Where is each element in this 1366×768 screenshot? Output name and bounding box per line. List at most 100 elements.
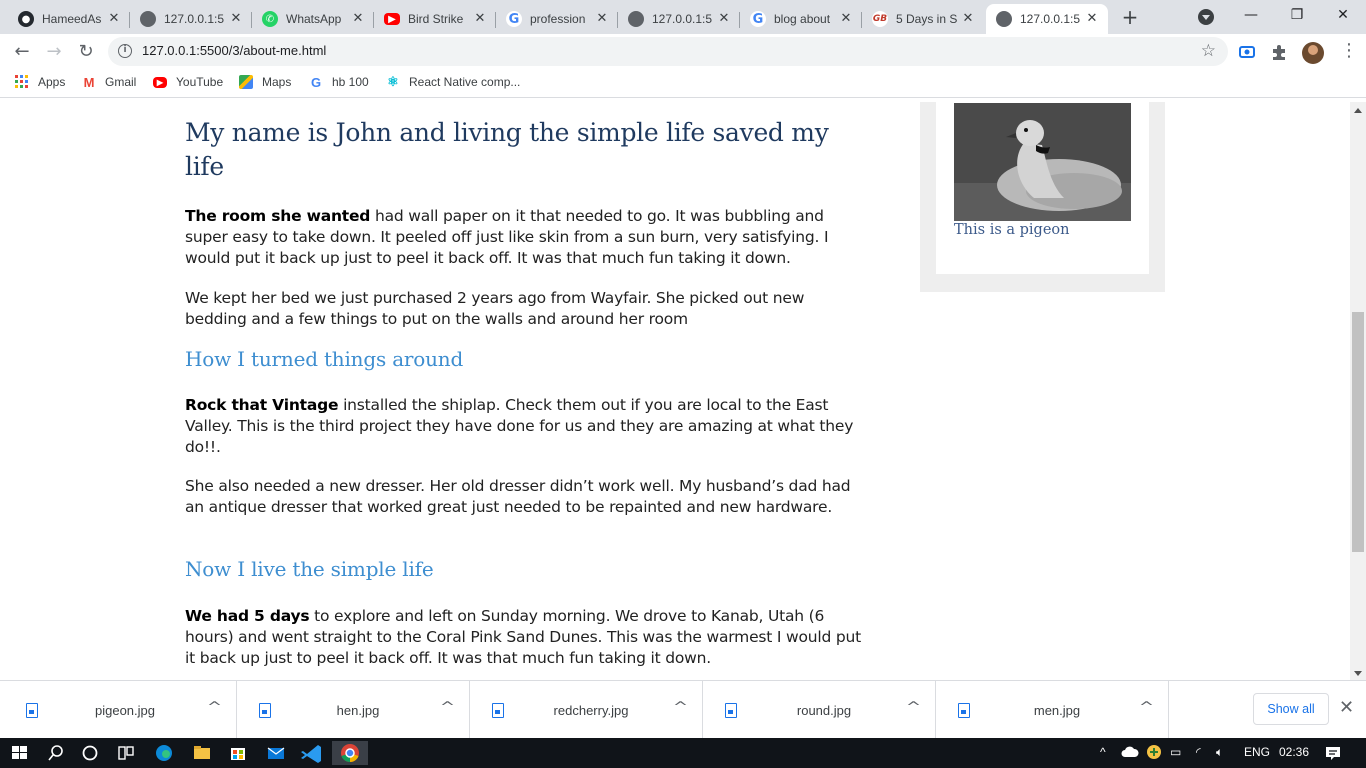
notifications-icon[interactable] xyxy=(1324,745,1342,761)
download-item[interactable]: pigeon.jpg ^ xyxy=(4,681,237,739)
download-filename[interactable]: men.jpg xyxy=(982,703,1132,718)
restore-button[interactable]: ❐ xyxy=(1274,4,1320,28)
paragraph-lead: We had 5 days xyxy=(185,607,310,625)
close-tab-icon[interactable]: ✕ xyxy=(106,11,122,27)
volume-icon[interactable]: 🔈︎ xyxy=(1216,745,1223,760)
close-tab-icon[interactable]: ✕ xyxy=(472,11,488,27)
close-tab-icon[interactable]: ✕ xyxy=(960,11,976,27)
tab-localhost-2[interactable]: 127.0.0.1:5 ✕ xyxy=(618,4,740,34)
show-hidden-icons-icon[interactable]: ^ xyxy=(1100,745,1106,759)
close-tab-icon[interactable]: ✕ xyxy=(1084,11,1100,27)
edge-icon[interactable] xyxy=(146,741,182,765)
chevron-up-icon[interactable]: ^ xyxy=(1139,700,1154,715)
close-tab-icon[interactable]: ✕ xyxy=(594,11,610,27)
tab-strip: ● HameedAs ✕ 127.0.0.1:5 ✕ ✆ WhatsApp ✕ … xyxy=(0,0,1366,34)
tab-5-days[interactable]: GB 5 Days in S ✕ xyxy=(862,4,984,34)
window-close-button[interactable]: ✕ xyxy=(1320,4,1366,28)
address-bar[interactable]: i 127.0.0.1:5500/3/about-me.html ☆ xyxy=(108,37,1228,66)
new-tab-button[interactable]: + xyxy=(1118,6,1142,30)
blog-logo-icon: GB xyxy=(872,11,888,27)
task-view-icon[interactable] xyxy=(108,741,144,765)
bookmark-youtube[interactable]: ▶ YouTube xyxy=(153,75,223,89)
show-all-downloads-button[interactable]: Show all xyxy=(1253,693,1329,725)
youtube-icon: ▶ xyxy=(384,13,400,25)
bookmark-label: React Native comp... xyxy=(409,75,521,89)
battery-icon[interactable]: ▭ xyxy=(1170,745,1181,759)
download-filename[interactable]: round.jpg xyxy=(749,703,899,718)
onedrive-cloud-icon[interactable] xyxy=(1121,745,1139,759)
download-filename[interactable]: pigeon.jpg xyxy=(50,703,200,718)
language-indicator[interactable]: ENG xyxy=(1244,745,1270,759)
reload-icon[interactable]: ↻ xyxy=(72,38,100,66)
file-explorer-icon[interactable] xyxy=(184,741,220,765)
close-tab-icon[interactable]: ✕ xyxy=(716,11,732,27)
tab-google-profession[interactable]: G profession ✕ xyxy=(496,4,618,34)
bookmark-apps[interactable]: Apps xyxy=(15,75,65,89)
mail-icon[interactable] xyxy=(258,741,294,765)
bookmark-gmail[interactable]: M Gmail xyxy=(82,75,137,90)
vscode-icon[interactable] xyxy=(294,741,330,765)
tab-localhost-active[interactable]: 127.0.0.1:5 ✕ xyxy=(986,4,1108,34)
article-title: My name is John and living the simple li… xyxy=(185,118,829,181)
wifi-icon[interactable]: ◜ xyxy=(1196,745,1201,759)
download-filename[interactable]: hen.jpg xyxy=(283,703,433,718)
bookmark-label: hb 100 xyxy=(332,75,369,89)
scroll-up-arrow-icon[interactable] xyxy=(1354,108,1362,113)
tab-whatsapp[interactable]: ✆ WhatsApp ✕ xyxy=(252,4,374,34)
tab-google-blog[interactable]: G blog about ✕ xyxy=(740,4,862,34)
download-filename[interactable]: redcherry.jpg xyxy=(516,703,666,718)
page-viewport: My name is John and living the simple li… xyxy=(0,102,1350,680)
page-scrollbar[interactable] xyxy=(1350,102,1366,680)
tab-title: WhatsApp xyxy=(286,12,342,26)
paragraph-5-days: We had 5 days to explore and left on Sun… xyxy=(185,606,865,669)
forward-arrow-icon[interactable]: → xyxy=(40,38,68,66)
close-tab-icon[interactable]: ✕ xyxy=(228,11,244,27)
chevron-up-icon[interactable]: ^ xyxy=(673,700,688,715)
site-info-icon[interactable]: i xyxy=(118,44,132,58)
tab-search-icon[interactable] xyxy=(1198,9,1214,25)
tab-localhost-1[interactable]: 127.0.0.1:5 ✕ xyxy=(130,4,252,34)
scrollbar-thumb[interactable] xyxy=(1352,312,1364,552)
close-tab-icon[interactable]: ✕ xyxy=(350,11,366,27)
paragraph-lead: Rock that Vintage xyxy=(185,396,339,414)
tab-github[interactable]: ● HameedAs ✕ xyxy=(8,4,130,34)
close-shelf-icon[interactable]: ✕ xyxy=(1339,699,1354,717)
download-item[interactable]: round.jpg ^ xyxy=(703,681,936,739)
screen-cast-icon[interactable] xyxy=(1238,43,1256,61)
tab-title: profession xyxy=(530,12,586,26)
bookmark-react-native[interactable]: ⚛ React Native comp... xyxy=(386,74,521,89)
tab-title: blog about xyxy=(774,12,831,26)
chrome-icon xyxy=(341,744,359,762)
search-icon[interactable] xyxy=(38,741,74,765)
tab-bird-strike[interactable]: ▶ Bird Strike ✕ xyxy=(374,4,496,34)
bookmarks-bar: Apps M Gmail ▶ YouTube Maps G hb 100 ⚛ R… xyxy=(0,70,1366,98)
close-tab-icon[interactable]: ✕ xyxy=(838,11,854,27)
tab-title: 127.0.0.1:5 xyxy=(1020,12,1081,26)
google-icon: G xyxy=(750,11,766,27)
whatsapp-icon: ✆ xyxy=(262,11,278,27)
bookmark-star-icon[interactable]: ☆ xyxy=(1201,41,1216,61)
store-icon[interactable] xyxy=(220,741,256,765)
more-menu-icon[interactable]: ⋮ xyxy=(1340,42,1358,60)
scroll-down-arrow-icon[interactable] xyxy=(1354,671,1362,676)
download-item[interactable]: men.jpg ^ xyxy=(936,681,1169,739)
download-item[interactable]: redcherry.jpg ^ xyxy=(470,681,703,739)
minimize-button[interactable]: — xyxy=(1228,4,1274,28)
profile-avatar[interactable] xyxy=(1302,42,1324,64)
cortana-icon[interactable] xyxy=(72,741,108,765)
back-arrow-icon[interactable]: ← xyxy=(8,38,36,66)
chevron-up-icon[interactable]: ^ xyxy=(440,700,455,715)
update-shield-icon[interactable] xyxy=(1146,744,1162,760)
windows-start-icon[interactable] xyxy=(2,741,38,765)
bookmark-maps[interactable]: Maps xyxy=(239,75,291,89)
chevron-up-icon[interactable]: ^ xyxy=(906,700,921,715)
clock[interactable]: 02:36 xyxy=(1279,745,1309,759)
google-icon: G xyxy=(310,74,322,90)
bookmark-label: YouTube xyxy=(176,75,224,89)
download-item[interactable]: hen.jpg ^ xyxy=(237,681,470,739)
chevron-up-icon[interactable]: ^ xyxy=(207,700,222,715)
address-text[interactable]: 127.0.0.1:5500/3/about-me.html xyxy=(142,43,326,58)
chrome-taskbar-item[interactable] xyxy=(332,741,368,765)
bookmark-hb100[interactable]: G hb 100 xyxy=(309,74,369,90)
extensions-puzzle-icon[interactable] xyxy=(1270,43,1288,61)
